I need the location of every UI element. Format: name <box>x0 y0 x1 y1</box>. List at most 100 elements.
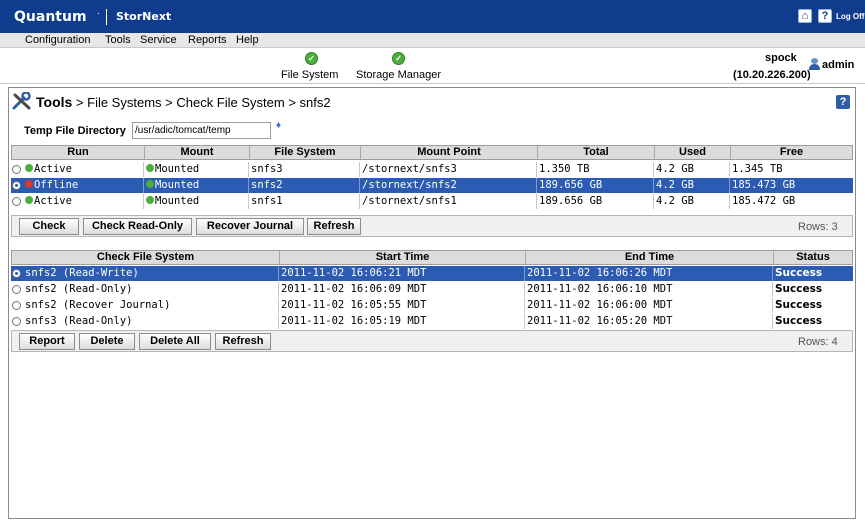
check-table-header: Check File System Start Time End Time St… <box>11 250 853 265</box>
delete-button[interactable]: Delete <box>79 333 135 350</box>
used: 4.2 GB <box>654 178 730 193</box>
row-radio[interactable] <box>12 301 21 310</box>
free: 185.472 GB <box>732 195 796 207</box>
row-radio[interactable] <box>12 317 21 326</box>
sort-arrow-icon: ♦ <box>276 120 282 131</box>
check-name: snfs2 (Read-Write) <box>23 266 279 281</box>
col-mount-point[interactable]: Mount Point <box>361 146 538 159</box>
col-free[interactable]: Free <box>731 146 852 159</box>
table-row[interactable]: snfs2 (Recover Journal) 2011-11-02 16:05… <box>11 298 853 313</box>
free: 1.345 TB <box>732 163 783 175</box>
rows-count: Rows: 4 <box>798 336 838 348</box>
col-status[interactable]: Status <box>774 251 852 264</box>
menu-bar: Configuration Tools Service Reports Help <box>0 33 865 48</box>
breadcrumb: Tools > File Systems > Check File System… <box>36 94 331 110</box>
check-name: snfs2 (Recover Journal) <box>23 298 279 313</box>
home-icon[interactable]: ⌂ <box>798 9 812 23</box>
col-used[interactable]: Used <box>655 146 731 159</box>
status-text: Success <box>775 267 823 279</box>
temp-dir-label: Temp File Directory <box>24 125 126 137</box>
mounted-icon <box>146 164 154 172</box>
brand-logo: Quantum <box>14 9 87 25</box>
host-ip: (10.20.226.200) <box>733 69 811 81</box>
col-start-time[interactable]: Start Time <box>280 251 526 264</box>
col-file-system[interactable]: File System <box>250 146 361 159</box>
page-help-icon[interactable]: ? <box>836 95 850 109</box>
check-name: snfs3 (Read-Only) <box>23 314 279 329</box>
col-run[interactable]: Run <box>12 146 145 159</box>
check-circle-icon: ✓ <box>392 52 405 65</box>
status-ok-icon <box>25 164 33 172</box>
mount-status: Mounted <box>155 195 200 207</box>
help-icon[interactable]: ? <box>818 9 832 23</box>
free: 185.473 GB <box>732 179 796 191</box>
mount-point: /stornext/snfs3 <box>360 162 537 177</box>
table-row[interactable]: snfs2 (Read-Write) 2011-11-02 16:06:21 M… <box>11 266 853 281</box>
refresh-button[interactable]: Refresh <box>215 333 271 350</box>
start-time: 2011-11-02 16:05:19 MDT <box>279 314 525 329</box>
fs-table-header: Run Mount File System Mount Point Total … <box>11 145 853 160</box>
fs-name: snfs1 <box>249 194 360 209</box>
total: 1.350 TB <box>537 162 654 177</box>
logoff-link[interactable]: Log Off <box>836 12 864 21</box>
user-name: admin <box>822 59 855 71</box>
check-button[interactable]: Check <box>19 218 79 235</box>
fs-name: snfs2 <box>249 178 360 193</box>
col-end-time[interactable]: End Time <box>526 251 774 264</box>
temp-dir-input[interactable] <box>132 122 271 139</box>
row-radio[interactable] <box>12 165 21 174</box>
top-bar: Quantum . StorNext ⌂ ? Log Off <box>0 0 865 33</box>
host-name: spock <box>765 52 797 64</box>
row-radio[interactable] <box>12 197 21 206</box>
status-bar: ✓ File System ✓ Storage Manager spock (1… <box>0 48 865 84</box>
mounted-icon <box>146 180 154 188</box>
user-icon <box>808 58 821 70</box>
fs-name: snfs3 <box>249 162 360 177</box>
recover-journal-button[interactable]: Recover Journal <box>196 218 304 235</box>
table-row[interactable]: Active Mounted snfs1 /stornext/snfs1 189… <box>11 194 853 209</box>
status-error-icon <box>25 180 33 188</box>
status-text: Success <box>775 283 823 295</box>
end-time: 2011-11-02 16:06:10 MDT <box>525 282 773 297</box>
refresh-button[interactable]: Refresh <box>307 218 361 235</box>
breadcrumb-path: > File Systems > Check File System > snf… <box>75 95 331 110</box>
status-ok-icon <box>25 196 33 204</box>
fs-button-bar: Check Check Read-Only Recover Journal Re… <box>11 215 853 237</box>
brand-divider <box>106 9 107 25</box>
total: 189.656 GB <box>537 178 654 193</box>
end-time: 2011-11-02 16:06:26 MDT <box>525 266 773 281</box>
menu-tools[interactable]: Tools <box>105 34 131 46</box>
report-button[interactable]: Report <box>19 333 75 350</box>
table-row[interactable]: Active Mounted snfs3 /stornext/snfs3 1.3… <box>11 162 853 177</box>
tools-wrench-icon <box>12 92 31 110</box>
row-radio[interactable] <box>12 269 21 278</box>
menu-configuration[interactable]: Configuration <box>25 34 90 46</box>
service-storage-manager[interactable]: Storage Manager <box>356 69 441 81</box>
row-radio[interactable] <box>12 181 21 190</box>
end-time: 2011-11-02 16:05:20 MDT <box>525 314 773 329</box>
mount-point: /stornext/snfs2 <box>360 178 537 193</box>
breadcrumb-root[interactable]: Tools <box>36 94 72 110</box>
table-row[interactable]: snfs2 (Read-Only) 2011-11-02 16:06:09 MD… <box>11 282 853 297</box>
row-radio[interactable] <box>12 285 21 294</box>
table-row[interactable]: snfs3 (Read-Only) 2011-11-02 16:05:19 MD… <box>11 314 853 329</box>
product-name: StorNext <box>116 10 172 23</box>
service-file-system[interactable]: File System <box>281 69 338 81</box>
mount-status: Mounted <box>155 163 200 175</box>
mount-status: Mounted <box>155 179 200 191</box>
delete-all-button[interactable]: Delete All <box>139 333 211 350</box>
menu-service[interactable]: Service <box>140 34 177 46</box>
start-time: 2011-11-02 16:06:21 MDT <box>279 266 525 281</box>
end-time: 2011-11-02 16:06:00 MDT <box>525 298 773 313</box>
check-read-only-button[interactable]: Check Read-Only <box>83 218 192 235</box>
check-name: snfs2 (Read-Only) <box>23 282 279 297</box>
col-mount[interactable]: Mount <box>145 146 250 159</box>
menu-help[interactable]: Help <box>236 34 259 46</box>
col-check-file-system[interactable]: Check File System <box>12 251 280 264</box>
col-total[interactable]: Total <box>538 146 655 159</box>
status-text: Success <box>775 299 823 311</box>
mounted-icon <box>146 196 154 204</box>
menu-reports[interactable]: Reports <box>188 34 227 46</box>
table-row[interactable]: Offline Mounted snfs2 /stornext/snfs2 18… <box>11 178 853 193</box>
used: 4.2 GB <box>654 194 730 209</box>
